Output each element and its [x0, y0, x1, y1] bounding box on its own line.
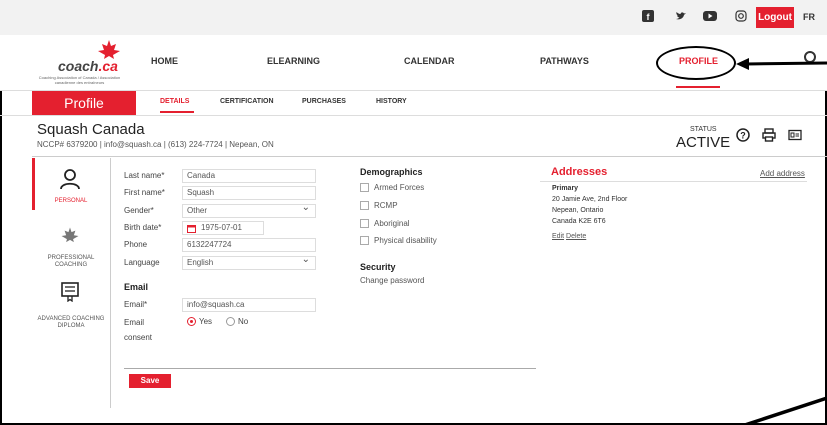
demographics-title: Demographics — [360, 167, 423, 177]
addresses-title: Addresses — [551, 166, 608, 178]
last-name-label: Last name* — [124, 171, 165, 180]
nav-active-indicator — [676, 86, 720, 88]
security-title: Security — [360, 262, 396, 272]
checkbox[interactable] — [360, 236, 369, 246]
sidebar-item-label: PROFESSIONAL COACHING — [47, 255, 95, 268]
profile-name: Squash Canada — [37, 121, 145, 138]
addresses-divider — [540, 181, 807, 182]
birth-date-value: 1975-07-01 — [201, 223, 242, 232]
email-consent-yes[interactable]: Yes — [187, 317, 213, 327]
radio-no-label: No — [238, 317, 249, 326]
nav-home[interactable]: HOME — [151, 56, 178, 66]
form-divider — [124, 368, 536, 369]
annotation-line — [745, 396, 827, 425]
instagram-icon[interactable] — [734, 10, 748, 24]
logout-button[interactable]: Logout — [756, 7, 794, 28]
demographic-armed-forces[interactable]: Armed Forces — [360, 183, 425, 193]
profile-section-title: Profile — [32, 91, 136, 115]
phone-field[interactable]: 6132247724 — [182, 238, 316, 252]
tab-history[interactable]: HISTORY — [376, 98, 407, 105]
last-name-field[interactable]: Canada — [182, 169, 316, 183]
tab-active-indicator — [160, 111, 194, 113]
person-icon — [60, 169, 80, 190]
language-toggle[interactable]: FR — [803, 12, 815, 22]
nav-calendar[interactable]: CALENDAR — [404, 56, 455, 66]
nav-pathways[interactable]: PATHWAYS — [540, 56, 589, 66]
logo-subtitle: Coaching Association of Canada / Associa… — [38, 75, 121, 85]
checkbox-label: RCMP — [374, 201, 398, 210]
nav-elearning[interactable]: ELEARNING — [267, 56, 320, 66]
annotation-arrow-icon — [736, 58, 827, 70]
checkbox-label: Physical disability — [374, 236, 437, 245]
diploma-icon — [61, 282, 79, 302]
sidebar-item-advanced-coaching-diploma[interactable]: ADVANCED COACHING DIPLOMA — [32, 316, 110, 330]
delete-address-link[interactable]: Delete — [566, 233, 586, 240]
sidebar-item-label: ADVANCED COACHING DIPLOMA — [37, 316, 105, 329]
checkbox-label: Aboriginal — [374, 219, 410, 228]
address-type: Primary — [552, 185, 579, 192]
change-password-link[interactable]: Change password — [360, 276, 424, 285]
radio-yes-label: Yes — [199, 317, 213, 326]
demographic-physical-disability[interactable]: Physical disability — [360, 236, 437, 246]
print-icon[interactable] — [762, 128, 776, 142]
svg-text:?: ? — [740, 131, 746, 141]
status-label: STATUS — [690, 126, 717, 133]
birth-date-label: Birth date* — [124, 223, 162, 232]
address-actions: Edit Delete — [552, 233, 586, 240]
radio-no[interactable] — [226, 317, 235, 327]
gender-label: Gender* — [124, 206, 154, 215]
email-field[interactable]: info@squash.ca — [182, 298, 316, 312]
address-line-3: Canada K2E 6T6 — [552, 218, 606, 225]
checkbox[interactable] — [360, 183, 369, 193]
maple-leaf-icon — [61, 227, 79, 243]
address-line-1: 20 Jamie Ave, 2nd Floor — [552, 196, 628, 203]
tab-purchases[interactable]: PURCHASES — [302, 98, 346, 105]
checkbox[interactable] — [360, 201, 369, 211]
id-card-icon[interactable] — [788, 128, 802, 142]
sidebar-item-professional-coaching[interactable]: PROFESSIONAL COACHING — [32, 255, 110, 269]
save-button[interactable]: Save — [129, 374, 171, 388]
gender-select[interactable]: Other — [182, 202, 316, 218]
divider — [32, 156, 827, 157]
first-name-field[interactable]: Squash — [182, 186, 316, 200]
email-section-title: Email — [124, 282, 149, 292]
twitter-icon[interactable] — [674, 10, 688, 24]
checkbox[interactable] — [360, 219, 369, 229]
language-label: Language — [124, 258, 160, 267]
email-consent-no[interactable]: No — [226, 317, 249, 327]
email-consent-label: Email — [124, 318, 145, 327]
radio-yes[interactable] — [187, 317, 196, 327]
status-value: ACTIVE — [676, 134, 731, 151]
edit-address-link[interactable]: Edit — [552, 233, 564, 240]
address-line-2: Nepean, Ontario — [552, 207, 604, 214]
birth-date-field[interactable]: 1975-07-01 — [182, 221, 264, 235]
language-select[interactable]: English — [182, 254, 316, 270]
checkbox-label: Armed Forces — [374, 183, 425, 192]
help-icon[interactable]: ? — [736, 128, 750, 142]
add-address-link[interactable]: Add address — [760, 169, 805, 178]
sidebar-item-label: PERSONAL — [54, 198, 88, 204]
sidebar-item-personal[interactable]: PERSONAL — [32, 198, 110, 205]
profile-contact-line: NCCP# 6379200 | info@squash.ca | (613) 2… — [37, 140, 274, 149]
email-label: Email* — [124, 300, 148, 309]
calendar-icon — [187, 225, 196, 233]
youtube-icon[interactable] — [703, 10, 717, 24]
facebook-icon[interactable]: f — [641, 10, 655, 24]
demographic-aboriginal[interactable]: Aboriginal — [360, 219, 410, 229]
tab-certification[interactable]: CERTIFICATION — [220, 98, 274, 105]
email-consent-label-2: consent — [124, 333, 153, 342]
first-name-label: First name* — [124, 188, 165, 197]
logo-wordmark[interactable]: coach.ca — [58, 58, 118, 74]
annotation-circle — [656, 46, 736, 80]
phone-label: Phone — [124, 240, 148, 249]
demographic-rcmp[interactable]: RCMP — [360, 201, 398, 211]
sidebar-divider — [110, 158, 111, 408]
tab-details[interactable]: DETAILS — [160, 98, 189, 105]
